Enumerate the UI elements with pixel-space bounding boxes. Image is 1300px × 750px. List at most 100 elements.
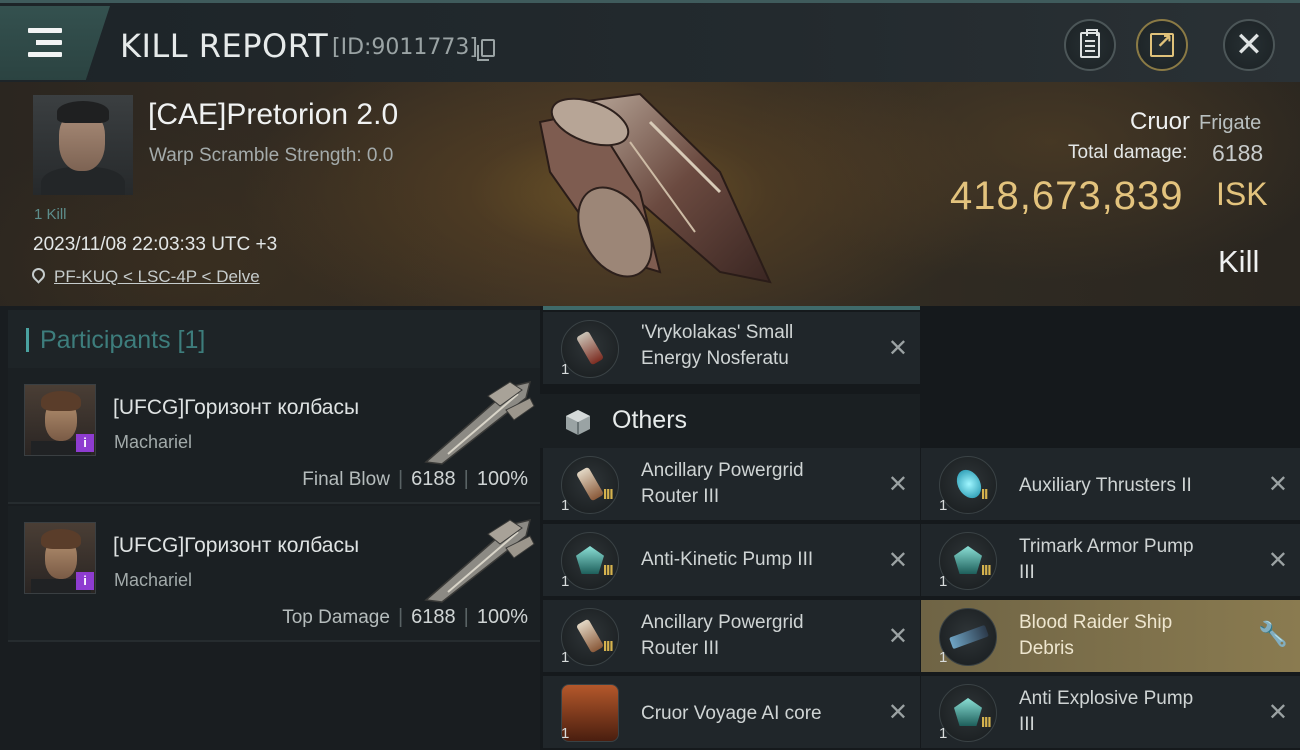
module-qty: 1 [561, 649, 570, 666]
participants-title: Participants [1] [40, 326, 206, 354]
module-slot[interactable]: III 1 Anti Explosive Pump III ✕ [921, 676, 1300, 748]
module-name-line: III [1019, 562, 1035, 583]
module-qty: 1 [561, 573, 570, 590]
kill-datetime: 2023/11/08 22:03:33 UTC +3 [33, 234, 278, 255]
module-name: Anti Explosive Pump III [1019, 686, 1193, 738]
others-title: Others [612, 406, 688, 434]
share-icon [1150, 29, 1174, 57]
close-icon[interactable]: ✕ [888, 470, 908, 498]
victim-ship-image [538, 92, 772, 284]
participant-ship-image [424, 518, 535, 603]
module-meta-level: III [981, 714, 991, 731]
page-title: KILL REPORT [120, 27, 329, 65]
module-slot[interactable]: III 1 Trimark Armor Pump III ✕ [921, 524, 1300, 596]
close-icon[interactable]: ✕ [888, 334, 908, 362]
stat-percent: 100% [476, 606, 528, 628]
module-name: Cruor Voyage AI core [641, 701, 822, 727]
close-icon: ✕ [1234, 25, 1264, 65]
module-name-line: Debris [1019, 638, 1074, 659]
total-damage-value: 6188 [1212, 140, 1264, 166]
stat-label: Final Blow [302, 469, 390, 490]
copy-icon[interactable] [477, 39, 495, 61]
module-name-line: Cruor Voyage AI core [641, 703, 822, 724]
module-meta-level: III [603, 486, 613, 503]
menu-icon [28, 28, 62, 33]
others-section-header: Others [540, 394, 920, 448]
kill-count: 1 Kill [34, 206, 67, 223]
module-slot[interactable]: II 1 Auxiliary Thrusters II ✕ [921, 448, 1300, 520]
menu-icon-notch [28, 40, 36, 45]
location-link[interactable]: PF-KUQ < LSC-4P < Delve [54, 267, 260, 287]
warp-scramble-strength: Warp Scramble Strength: 0.0 [149, 145, 394, 166]
module-slot[interactable]: III 1 Ancillary Powergrid Router III ✕ [543, 448, 920, 520]
report-id: [ID:9011773] [332, 35, 478, 60]
armor-pump-icon [561, 532, 619, 590]
module-name-line: Router III [641, 638, 720, 659]
module-meta-level: II [981, 486, 988, 503]
module-qty: 1 [939, 725, 948, 742]
module-name: Auxiliary Thrusters II [1019, 473, 1192, 499]
close-icon[interactable]: ✕ [1268, 698, 1288, 726]
module-name-line: Energy Nosferatu [641, 348, 789, 369]
close-icon[interactable]: ✕ [1268, 546, 1288, 574]
module-slot[interactable]: 1 'Vrykolakas' Small Energy Nosferatu ✕ [543, 312, 920, 384]
powergrid-router-icon [561, 456, 619, 514]
close-icon[interactable]: ✕ [888, 698, 908, 726]
module-qty: 1 [561, 725, 570, 742]
module-name: Ancillary Powergrid Router III [641, 610, 804, 662]
clipboard-button[interactable] [1064, 19, 1116, 71]
victim-ship-name[interactable]: Cruor [1130, 108, 1190, 136]
header-bar: KILL REPORT [ID:9011773] ✕ [0, 0, 1300, 82]
module-slot[interactable]: III 1 Anti-Kinetic Pump III ✕ [543, 524, 920, 596]
module-name: 'Vrykolakas' Small Energy Nosferatu [641, 320, 793, 372]
module-slot-highlighted[interactable]: 1 Blood Raider Ship Debris 🔧 [921, 600, 1300, 672]
menu-button[interactable] [0, 6, 110, 80]
module-name-line: Blood Raider Ship [1019, 612, 1173, 633]
section-marker [26, 328, 29, 352]
victim-ship-class: Frigate [1199, 112, 1262, 134]
share-button[interactable] [1136, 19, 1188, 71]
kill-banner: [CAE]Pretorion 2.0 Warp Scramble Strengt… [0, 82, 1300, 306]
module-meta-level: III [603, 562, 613, 579]
stat-percent: 100% [476, 468, 528, 490]
menu-icon-bar [28, 52, 62, 57]
participant-row[interactable]: i [UFCG]Горизонт колбасы Machariel Top D… [8, 506, 540, 642]
participant-ship: Machariel [114, 432, 193, 452]
nosferatu-icon [561, 320, 619, 378]
module-slot[interactable]: 1 Cruor Voyage AI core ✕ [543, 676, 920, 748]
info-icon[interactable]: i [76, 434, 94, 452]
module-name: Ancillary Powergrid Router III [641, 458, 804, 510]
module-name: Anti-Kinetic Pump III [641, 547, 813, 573]
module-meta-level: III [981, 562, 991, 579]
clipboard-icon [1080, 29, 1100, 58]
module-meta-level: III [603, 638, 613, 655]
close-icon[interactable]: ✕ [1268, 470, 1288, 498]
module-name-line: Ancillary Powergrid [641, 612, 804, 633]
participants-panel: Participants [1] i [UFCG]Горизонт колбас… [0, 306, 540, 750]
victim-portrait[interactable] [33, 95, 133, 195]
result-label: Kill [1218, 244, 1260, 279]
cube-icon [566, 410, 590, 435]
armor-pump-icon [939, 684, 997, 742]
module-qty: 1 [939, 497, 948, 514]
info-icon[interactable]: i [76, 572, 94, 590]
module-name: Blood Raider Ship Debris [1019, 610, 1172, 662]
participants-header: Participants [1] [8, 310, 540, 368]
close-icon[interactable]: ✕ [888, 546, 908, 574]
participant-row[interactable]: i [UFCG]Горизонт колбасы Machariel Final… [8, 368, 540, 504]
ai-core-icon [561, 684, 619, 742]
victim-name[interactable]: [CAE]Pretorion 2.0 [148, 98, 398, 132]
close-button[interactable]: ✕ [1223, 19, 1275, 71]
module-name-line: Auxiliary Thrusters II [1019, 475, 1192, 496]
thrusters-icon [939, 456, 997, 514]
participant-stats: Top Damage | 6188 | 100% [282, 606, 528, 628]
close-icon[interactable]: ✕ [888, 622, 908, 650]
module-name: Trimark Armor Pump III [1019, 534, 1194, 586]
module-name-line: Anti Explosive Pump [1019, 688, 1194, 709]
isk-value: 418,673,839 [950, 174, 1184, 218]
module-name-line: Router III [641, 486, 720, 507]
participant-name: [UFCG]Горизонт колбасы [113, 534, 360, 557]
tab-indicator [543, 306, 920, 310]
wrench-icon[interactable]: 🔧 [1258, 620, 1288, 649]
module-slot[interactable]: III 1 Ancillary Powergrid Router III ✕ [543, 600, 920, 672]
